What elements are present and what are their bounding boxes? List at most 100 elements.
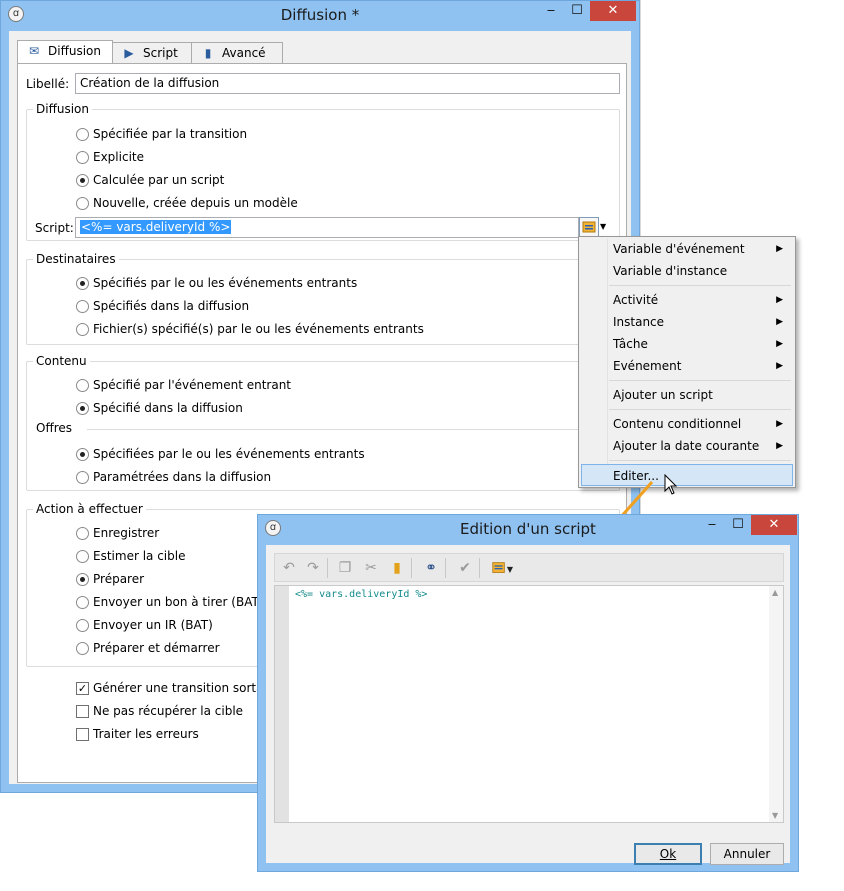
dropdown-arrow-icon[interactable]: ▼ <box>600 222 606 231</box>
dialog-titlebar[interactable]: ꭤ Edition d'un script ‒ ☐ ✕ <box>258 515 798 543</box>
radio-enregistrer[interactable]: Enregistrer <box>76 526 159 540</box>
checkbox-generer-transition[interactable]: ✓ Générer une transition sortante <box>76 681 283 695</box>
menu-item-label: Tâche <box>613 337 648 351</box>
editor-scrollbar[interactable]: ▲ ▼ <box>769 586 783 822</box>
checkbox-label: Traiter les erreurs <box>93 727 199 741</box>
tab-label: Diffusion <box>48 44 101 58</box>
menu-item-contenu-conditionnel[interactable]: Contenu conditionnel ▶ <box>581 413 793 435</box>
radio-specifies-evenements[interactable]: Spécifiés par le ou les événements entra… <box>76 276 357 290</box>
insert-field-dropdown[interactable]: ▼ <box>487 558 517 578</box>
editor-gutter <box>275 586 289 822</box>
tab-script[interactable]: ▶ Script <box>112 42 192 64</box>
radio-dot <box>76 127 89 141</box>
window-titlebar[interactable]: ꭤ Diffusion * ‒ ☐ ✕ <box>1 1 639 29</box>
terminal-icon: ▶ <box>124 46 134 60</box>
radio-label: Estimer la cible <box>93 549 186 563</box>
menu-item-instance[interactable]: Instance ▶ <box>581 311 793 333</box>
radio-dot <box>76 526 89 540</box>
script-selected-text: <%= vars.deliveryId %> <box>80 220 232 234</box>
copy-icon[interactable]: ❐ <box>335 558 355 578</box>
close-icon[interactable]: ✕ <box>751 515 797 535</box>
field-list-icon <box>492 562 505 573</box>
checkbox-box <box>76 704 89 718</box>
menu-item-label: Ajouter un script <box>613 388 713 402</box>
menu-item-ajouter-script[interactable]: Ajouter un script <box>581 384 793 406</box>
menu-item-evenement[interactable]: Evénement ▶ <box>581 355 793 377</box>
menu-item-ajouter-date[interactable]: Ajouter la date courante ▶ <box>581 435 793 457</box>
menu-item-label: Contenu conditionnel <box>613 417 742 431</box>
menu-item-label: Ajouter la date courante <box>613 439 760 453</box>
menu-separator <box>609 380 791 381</box>
menu-item-variable-evenement[interactable]: Variable d'événement ▶ <box>581 238 793 260</box>
radio-preparer-demarrer[interactable]: Préparer et démarrer <box>76 641 220 655</box>
scroll-up-icon[interactable]: ▲ <box>772 588 778 597</box>
menu-item-tache[interactable]: Tâche ▶ <box>581 333 793 355</box>
close-icon[interactable]: ✕ <box>590 1 636 21</box>
scroll-down-icon[interactable]: ▼ <box>772 811 778 820</box>
script-input[interactable]: <%= vars.deliveryId %> <box>75 217 579 238</box>
radio-dot <box>76 595 89 609</box>
radio-dot <box>76 618 89 632</box>
radio-offres-evenements[interactable]: Spécifiées par le ou les événements entr… <box>76 447 365 461</box>
radio-label: Envoyer un IR (BAT) <box>93 618 213 632</box>
radio-explicite[interactable]: Explicite <box>76 150 144 164</box>
checkbox-box <box>76 727 89 741</box>
radio-dot <box>76 549 89 563</box>
radio-dot <box>76 378 89 392</box>
cancel-button[interactable]: Annuler <box>710 843 784 865</box>
find-binoculars-icon[interactable]: ⚭ <box>421 558 441 578</box>
minimize-icon[interactable]: ‒ <box>538 1 564 21</box>
menu-item-activite[interactable]: Activité ▶ <box>581 289 793 311</box>
radio-fichiers-specifies[interactable]: Fichier(s) spécifié(s) par le ou les évé… <box>76 322 424 336</box>
menu-item-label: Instance <box>613 315 665 329</box>
script-code: <%= vars.deliveryId %> <box>295 589 428 600</box>
maximize-icon[interactable]: ☐ <box>564 1 590 21</box>
radio-label: Préparer <box>93 572 145 586</box>
radio-offres-parametrees[interactable]: Paramétrées dans la diffusion <box>76 470 271 484</box>
maximize-icon[interactable]: ☐ <box>725 515 751 535</box>
radio-label: Spécifié par l'événement entrant <box>93 378 291 392</box>
radio-specifies-diffusion[interactable]: Spécifiés dans la diffusion <box>76 299 249 313</box>
insert-field-button[interactable] <box>579 217 599 237</box>
submenu-arrow-icon: ▶ <box>776 419 783 429</box>
redo-icon[interactable]: ↷ <box>303 558 323 578</box>
checkbox-checked: ✓ <box>76 681 89 695</box>
group-title: Action à effectuer <box>33 502 146 516</box>
radio-label: Nouvelle, créée depuis un modèle <box>93 196 298 210</box>
radio-nouvelle-modele[interactable]: Nouvelle, créée depuis un modèle <box>76 196 298 210</box>
script-label: Script: <box>35 221 74 235</box>
paste-icon[interactable]: ▮ <box>387 558 407 578</box>
check-syntax-icon[interactable]: ✔ <box>455 558 475 578</box>
radio-dot-selected <box>76 401 89 415</box>
script-editor[interactable]: <%= vars.deliveryId %> ▲ ▼ <box>274 585 784 823</box>
cut-icon[interactable]: ✂ <box>361 558 381 578</box>
radio-dot <box>76 470 89 484</box>
tab-diffusion[interactable]: ✉ Diffusion <box>17 40 113 65</box>
checkbox-ne-pas-recuperer[interactable]: Ne pas récupérer la cible <box>76 704 243 718</box>
radio-label: Spécifiés dans la diffusion <box>93 299 250 313</box>
radio-estimer-cible[interactable]: Estimer la cible <box>76 549 185 563</box>
radio-specifie-diffusion[interactable]: Spécifié dans la diffusion <box>76 401 243 415</box>
libelle-input[interactable]: Création de la diffusion <box>75 73 620 94</box>
radio-specifie-evenement-entrant[interactable]: Spécifié par l'événement entrant <box>76 378 291 392</box>
radio-envoyer-bat[interactable]: Envoyer un bon à tirer (BAT) <box>76 595 263 609</box>
tab-avance[interactable]: ▮ Avancé <box>191 42 283 64</box>
menu-item-variable-instance[interactable]: Variable d'instance <box>581 260 793 282</box>
ok-button[interactable]: Ok <box>634 843 702 865</box>
ok-label: Ok <box>659 847 677 861</box>
submenu-arrow-icon: ▶ <box>776 295 783 305</box>
undo-icon[interactable]: ↶ <box>279 558 299 578</box>
group-title: Contenu <box>33 354 90 368</box>
radio-envoyer-ir[interactable]: Envoyer un IR (BAT) <box>76 618 213 632</box>
menu-separator <box>609 460 791 461</box>
diffusion-group: Diffusion Spécifiée par la transition Ex… <box>26 102 620 241</box>
menu-item-label: Activité <box>613 293 659 307</box>
toolbar-separator <box>479 558 480 578</box>
checkbox-traiter-erreurs[interactable]: Traiter les erreurs <box>76 727 199 741</box>
minimize-icon[interactable]: ‒ <box>699 515 725 535</box>
radio-specifiee-transition[interactable]: Spécifiée par la transition <box>76 127 247 141</box>
radio-preparer[interactable]: Préparer <box>76 572 144 586</box>
clipboard-icon: ▮ <box>204 46 212 60</box>
radio-calculee-script[interactable]: Calculée par un script <box>76 173 224 187</box>
envelope-icon: ✉ <box>28 44 40 58</box>
